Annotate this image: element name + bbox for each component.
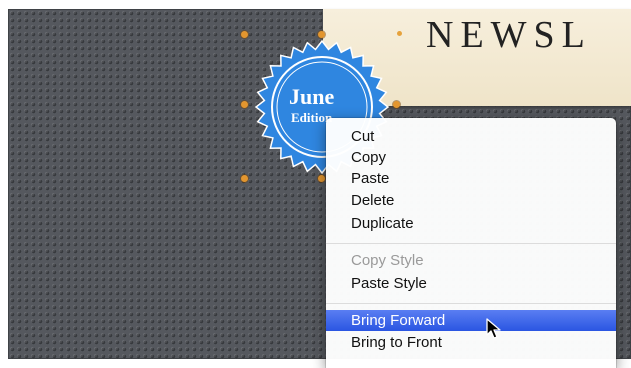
menu-item-copy-style: Copy Style (351, 252, 424, 269)
menu-separator (326, 303, 616, 304)
selection-handle[interactable] (318, 175, 325, 182)
selection-handle[interactable] (241, 31, 248, 38)
menu-item-bring-forward[interactable]: Bring Forward (326, 310, 616, 331)
badge-month-text: June (289, 84, 335, 109)
selection-handle[interactable] (318, 31, 325, 38)
menu-item-paste-style[interactable]: Paste Style (326, 273, 616, 294)
arrow-cursor-icon (486, 318, 501, 339)
menu-item-cut[interactable]: Cut (326, 126, 616, 147)
menu-item-delete[interactable]: Delete (326, 190, 616, 211)
banner-title: NEWSL (426, 14, 592, 56)
selection-handle[interactable] (241, 101, 248, 108)
menu-item-bring-to-front[interactable]: Bring to Front (326, 332, 616, 353)
menu-separator (326, 243, 616, 244)
menu-item-copy[interactable]: Copy (326, 147, 616, 168)
menu-item-paste[interactable]: Paste (326, 168, 616, 189)
selection-handle[interactable] (393, 101, 400, 108)
menu-item-duplicate[interactable]: Duplicate (326, 213, 616, 234)
context-menu: Cut Copy Paste Delete Duplicate Copy Sty… (326, 118, 616, 368)
selection-handle[interactable] (241, 175, 248, 182)
